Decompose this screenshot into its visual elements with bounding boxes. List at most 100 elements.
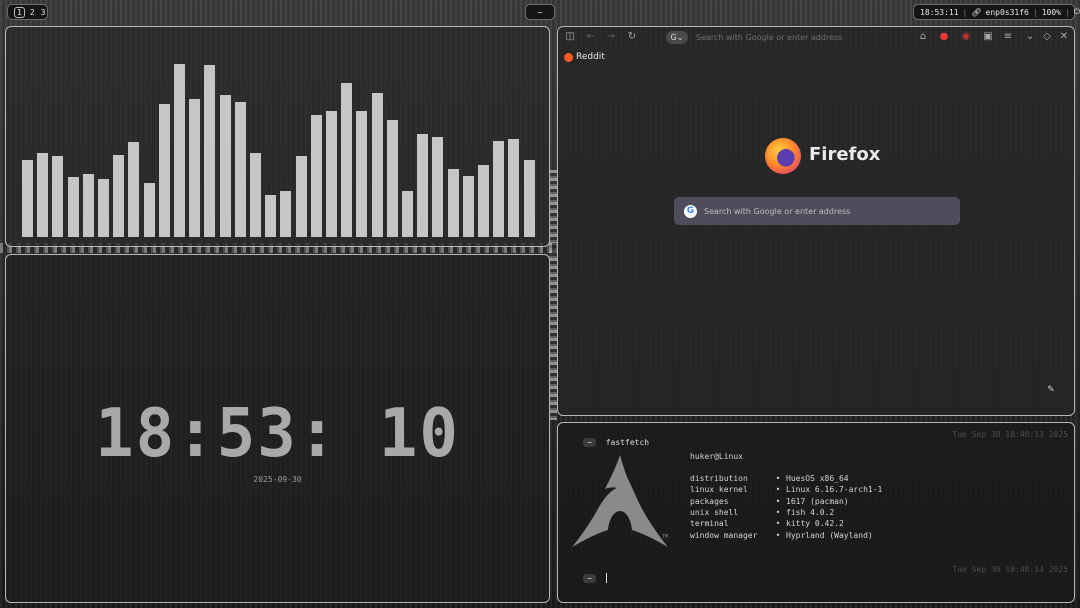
visualizer-bar — [52, 156, 64, 237]
search-engine-icon[interactable]: G ⌄ — [666, 31, 688, 44]
workspace-2[interactable]: 2 — [29, 8, 36, 17]
info-value: Hyprland (Wayland) — [786, 530, 873, 540]
visualizer-bar — [174, 64, 185, 237]
info-row: distribution • HuesOS x86_64 — [690, 474, 849, 483]
info-value: kitty 0.42.2 — [786, 519, 844, 529]
info-key: terminal — [690, 519, 729, 529]
visualizer-bar — [371, 93, 383, 237]
visualizer-bar — [386, 120, 398, 237]
info-key: window manager — [690, 530, 758, 540]
separator: | — [1064, 7, 1070, 17]
prompt-line-2: ~ — [564, 564, 607, 592]
visualizer-bar — [219, 95, 231, 237]
user-host: huker@Linux — [690, 452, 743, 461]
maximize-icon[interactable]: ◇ — [1041, 31, 1053, 43]
visualizer-bar — [204, 65, 216, 237]
separator: | — [1032, 7, 1038, 17]
info-row: terminal • kitty 0.42.2 — [690, 519, 844, 528]
reddit-icon — [564, 52, 573, 62]
command-text: fastfetch — [605, 438, 650, 447]
info-row: linux kernel • Linux 6.16.7-arch1-1 — [690, 485, 882, 494]
visualizer-bar — [462, 176, 474, 237]
power-icon[interactable]: ⏻ — [1074, 7, 1080, 17]
prompt-tag: ~ — [583, 438, 597, 447]
bookmark-label: Reddit — [576, 52, 605, 62]
info-bullet: • — [775, 507, 781, 517]
info-bullet: • — [775, 530, 781, 540]
firefox-wordmark: Firefox — [809, 144, 881, 165]
visualizer-bar — [478, 165, 489, 237]
visualizer-bar — [310, 115, 322, 237]
visualizer-bar — [417, 134, 429, 237]
menu-icon[interactable]: ≡ — [1002, 31, 1014, 43]
addon-icon[interactable]: ● — [938, 31, 950, 43]
visualizer-bar — [402, 191, 413, 237]
volume-label[interactable]: 100% — [1042, 8, 1061, 17]
visualizer-bar — [22, 160, 33, 237]
close-icon[interactable]: ✕ — [1058, 31, 1070, 43]
sidebar-icon[interactable]: ◫ — [564, 31, 576, 43]
workspace-switcher: 1 2 3 — [7, 4, 48, 20]
network-label[interactable]: enp0s31f6 — [986, 8, 1029, 17]
info-bullet: • — [775, 496, 781, 506]
active-window-title[interactable]: ~ — [525, 4, 555, 20]
clock-date: 2025-09-30 — [253, 475, 302, 484]
visualizer-bar — [37, 153, 49, 237]
reload-icon[interactable]: ↻ — [626, 31, 638, 43]
arch-linux-logo-icon — [572, 455, 668, 547]
visualizer-bar — [265, 195, 277, 237]
newtab-search-input[interactable]: G Search with Google or enter address — [674, 197, 960, 225]
visualizer-bar — [113, 155, 125, 237]
audio-visualizer-window[interactable] — [5, 26, 550, 247]
timestamp-1: Tue Sep 30 18:48:13 2025 — [952, 430, 1068, 439]
visualizer-bar — [234, 102, 246, 237]
info-value: Linux 6.16.7-arch1-1 — [786, 485, 883, 495]
ublock-icon[interactable]: ◉ — [960, 31, 972, 43]
system-clock[interactable]: 18:53:11 — [920, 8, 959, 17]
back-icon[interactable]: ← — [585, 31, 597, 43]
info-key: linux kernel — [690, 485, 748, 495]
visualizer-bar — [280, 191, 292, 237]
prompt-tag: ~ — [583, 573, 597, 583]
info-bullet: • — [775, 485, 781, 495]
customize-pencil-icon[interactable]: ✎ — [1047, 382, 1054, 395]
info-bullet: • — [775, 519, 781, 529]
reader-icon[interactable]: ▣ — [982, 31, 994, 43]
separator: | — [962, 7, 968, 17]
visualizer-bar — [356, 111, 368, 237]
timestamp-2: Tue Sep 30 18:48:14 2025 — [952, 565, 1068, 574]
visualizer-bar — [128, 142, 140, 237]
visualizer-bar — [508, 139, 520, 237]
extensions-icon[interactable]: ⌂ — [917, 31, 929, 43]
info-row: packages • 1617 (pacman) — [690, 497, 849, 506]
visualizer-bar — [158, 104, 170, 237]
bookmark-reddit[interactable]: Reddit — [564, 52, 605, 62]
prompt-line-1: ~ fastfetch — [564, 429, 649, 456]
visualizer-bar — [189, 99, 201, 237]
workspace-1[interactable]: 1 — [14, 6, 25, 18]
wallpaper-detail — [549, 170, 557, 420]
url-bar[interactable]: G ⌄ Search with Google or enter address — [666, 30, 896, 45]
info-value: 1617 (pacman) — [786, 496, 849, 506]
firefox-window[interactable]: ◫ ← → ↻ G ⌄ Search with Google or enter a… — [557, 26, 1075, 416]
terminal-window[interactable]: ~ fastfetch Tue Sep 30 18:48:13 2025 TM … — [557, 422, 1075, 603]
visualizer-bar — [82, 174, 94, 237]
visualizer-bar — [98, 179, 109, 237]
visualizer-bar — [432, 137, 444, 237]
forward-icon[interactable]: → — [605, 31, 617, 43]
visualizer-bar — [295, 156, 307, 237]
info-key: distribution — [690, 474, 748, 483]
firefox-logo-icon — [765, 138, 801, 174]
workspace-3[interactable]: 3 — [40, 8, 47, 17]
minimize-icon[interactable]: ⌄ — [1024, 31, 1036, 43]
info-key: unix shell — [690, 507, 739, 517]
visualizer-bar — [326, 111, 337, 237]
info-value: fish 4.0.2 — [786, 507, 835, 517]
info-bullet: • — [775, 474, 781, 483]
info-key: packages — [690, 496, 729, 506]
info-row: unix shell • fish 4.0.2 — [690, 508, 834, 517]
google-glyph: G — [670, 33, 677, 42]
text-cursor — [605, 573, 607, 583]
visualizer-bar — [447, 169, 459, 237]
clock-window[interactable]: 18:53: 10 2025-09-30 — [5, 254, 550, 603]
